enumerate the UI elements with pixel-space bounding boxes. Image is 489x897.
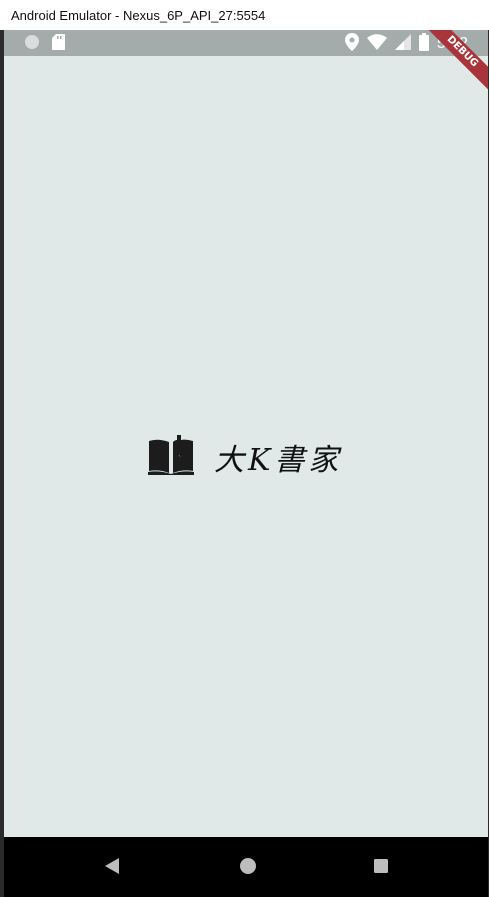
back-icon[interactable] xyxy=(104,857,120,879)
window-titlebar: Android Emulator - Nexus_6P_API_27:5554 xyxy=(0,0,489,30)
navigation-bar xyxy=(4,837,488,897)
home-icon[interactable] xyxy=(239,857,257,879)
sd-card-icon xyxy=(52,34,65,54)
book-open-icon xyxy=(148,435,194,479)
window-title: Android Emulator - Nexus_6P_API_27:5554 xyxy=(11,7,266,23)
location-icon xyxy=(344,33,359,55)
status-bar: 5:22 xyxy=(4,30,488,56)
app-logo-text: 大K書家 xyxy=(214,443,343,478)
debug-label: DEBUG xyxy=(418,30,488,100)
splash-screen: 大K書家 xyxy=(4,56,488,837)
wifi-icon xyxy=(366,34,387,54)
circle-icon xyxy=(24,34,40,54)
debug-banner: DEBUG xyxy=(418,30,488,100)
recents-icon[interactable] xyxy=(373,858,389,878)
cellular-icon xyxy=(394,34,411,54)
emulator-screen: 5:22 大K書家 DEBUG xyxy=(4,30,488,897)
app-logo: 大K書家 xyxy=(148,435,342,479)
